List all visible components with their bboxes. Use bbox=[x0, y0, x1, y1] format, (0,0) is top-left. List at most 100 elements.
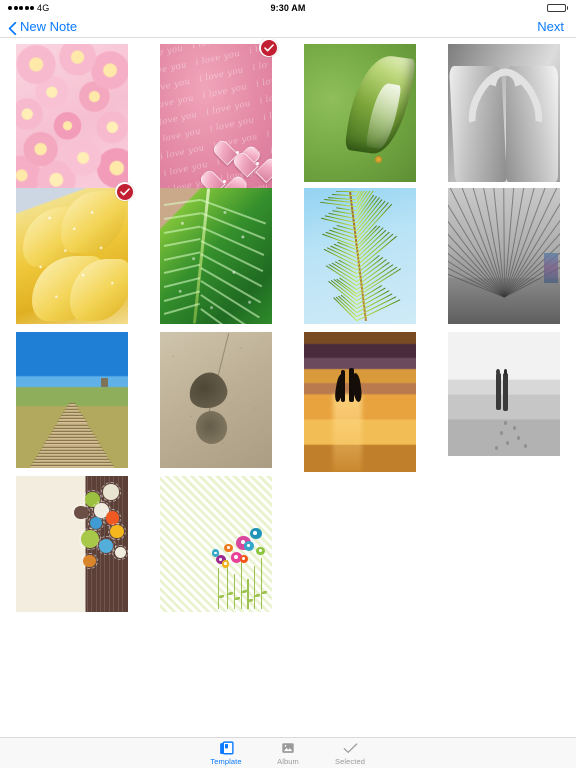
selection-badge[interactable] bbox=[259, 39, 278, 57]
sun-reflection bbox=[333, 393, 363, 472]
yellow-petal bbox=[69, 258, 128, 322]
flower-stem bbox=[260, 557, 262, 610]
photo-icon bbox=[281, 741, 295, 756]
leaf-vein bbox=[164, 289, 201, 301]
template-artwork bbox=[16, 44, 128, 190]
tab-album-label: Album bbox=[277, 756, 299, 766]
heart-shape bbox=[212, 167, 238, 190]
flower-stem bbox=[233, 573, 236, 610]
flower-center bbox=[213, 551, 217, 555]
template-artwork bbox=[16, 332, 128, 468]
person-figure bbox=[496, 372, 501, 411]
photo-template-picker-screen: 4G 9:30 AM New Note Next i love you i lo… bbox=[0, 0, 576, 768]
green-stripe-flowers-template[interactable] bbox=[160, 476, 272, 612]
template-thumbnail bbox=[16, 188, 128, 324]
template-artwork bbox=[16, 188, 128, 324]
palm-frond-sky-template[interactable] bbox=[304, 188, 416, 324]
checkmark-icon bbox=[343, 741, 358, 756]
template-artwork bbox=[448, 332, 560, 456]
template-thumbnail bbox=[160, 332, 272, 468]
decorative-circle-ring bbox=[72, 503, 90, 522]
template-grid-scroll-area[interactable]: i love you i love you i love i love you … bbox=[0, 39, 576, 737]
leaf-vein bbox=[201, 198, 267, 225]
mug-heart-mono-template[interactable] bbox=[448, 44, 560, 182]
back-button[interactable]: New Note bbox=[8, 19, 78, 35]
tunnel-color-accent bbox=[544, 253, 558, 284]
template-artwork bbox=[160, 332, 272, 468]
template-thumbnail bbox=[16, 332, 128, 468]
stem-leaf bbox=[255, 593, 261, 597]
coastal-boardwalk-template[interactable] bbox=[16, 332, 128, 468]
leaf-vein bbox=[164, 238, 201, 247]
sand-crack bbox=[208, 333, 230, 416]
status-bar-clock: 9:30 AM bbox=[270, 3, 306, 13]
pink-rose-petals-template[interactable] bbox=[16, 44, 128, 190]
template-thumbnail bbox=[160, 188, 272, 324]
template-thumbnail bbox=[304, 188, 416, 324]
bw-beach-couple-template[interactable] bbox=[448, 332, 560, 456]
decorative-circle-ring bbox=[112, 544, 128, 560]
leaf-vein bbox=[164, 251, 201, 261]
gray-tunnel-template[interactable] bbox=[448, 188, 560, 324]
footprint-mark bbox=[495, 446, 499, 451]
next-button[interactable]: Next bbox=[537, 19, 564, 34]
distant-tower bbox=[100, 378, 108, 388]
footprint-mark bbox=[524, 443, 528, 448]
flower-stem bbox=[254, 565, 256, 610]
template-thumbnail bbox=[16, 476, 128, 612]
sand-footprint-template[interactable] bbox=[160, 332, 272, 468]
leaf-vein bbox=[164, 199, 202, 206]
flower-center bbox=[226, 546, 230, 550]
flower-center bbox=[223, 562, 227, 565]
i-love-you-hearts-template[interactable]: i love you i love you i love i love you … bbox=[160, 39, 278, 190]
selection-badge[interactable] bbox=[115, 182, 134, 201]
template-grid: i love you i love you i love i love you … bbox=[0, 39, 576, 632]
stem-leaf bbox=[228, 591, 234, 595]
flower-stem bbox=[227, 560, 229, 610]
person-figure bbox=[502, 372, 508, 412]
back-button-label: New Note bbox=[20, 19, 78, 34]
template-artwork bbox=[160, 188, 272, 324]
yellow-petal bbox=[60, 190, 126, 254]
leaf-vein bbox=[201, 226, 266, 256]
template-thumbnail bbox=[448, 332, 560, 456]
leaf-vein bbox=[164, 225, 201, 234]
bottom-tab-bar: Template Album Selected bbox=[0, 737, 576, 768]
checkmark-circle-icon bbox=[116, 183, 133, 200]
tab-selected[interactable]: Selected bbox=[319, 741, 381, 766]
leaf-vein bbox=[164, 264, 201, 274]
leaf-vein bbox=[201, 294, 260, 324]
leaf-midrib bbox=[193, 188, 211, 324]
template-artwork bbox=[304, 44, 416, 182]
template-artwork bbox=[304, 332, 416, 472]
template-thumbnail bbox=[304, 332, 416, 472]
heart-shape bbox=[245, 149, 271, 173]
tab-template[interactable]: Template bbox=[195, 740, 257, 766]
leaf-vein bbox=[201, 212, 267, 240]
template-thumbnail: i love you i love you i love i love you … bbox=[160, 44, 272, 190]
yellow-petal-dew-template[interactable] bbox=[16, 182, 134, 324]
leaf-vein bbox=[201, 253, 264, 288]
template-artwork bbox=[448, 188, 560, 324]
stem-leaf bbox=[235, 596, 241, 600]
yellow-petal bbox=[31, 256, 106, 322]
bud-tip bbox=[375, 155, 383, 163]
tab-album[interactable]: Album bbox=[257, 741, 319, 766]
green-leaf-dew-template[interactable] bbox=[160, 188, 272, 324]
footprint-mark bbox=[506, 441, 510, 446]
stem-leaf bbox=[248, 598, 254, 602]
stem-leaf bbox=[219, 594, 225, 598]
tab-selected-label: Selected bbox=[335, 756, 365, 766]
green-flower-bud-template[interactable] bbox=[304, 44, 416, 182]
cream-brown-circles-template[interactable] bbox=[16, 476, 128, 612]
footprint-mark bbox=[517, 436, 521, 441]
sunset-surfers-template[interactable] bbox=[304, 332, 416, 472]
leaf-vein bbox=[201, 266, 262, 303]
leaf-vein bbox=[164, 212, 202, 220]
footprint-mark bbox=[512, 426, 516, 431]
template-artwork bbox=[304, 188, 416, 324]
navigation-bar: New Note Next bbox=[0, 16, 576, 38]
template-thumbnail bbox=[448, 44, 560, 182]
template-thumbnail bbox=[160, 476, 272, 612]
stacked-pages-icon bbox=[219, 740, 234, 756]
